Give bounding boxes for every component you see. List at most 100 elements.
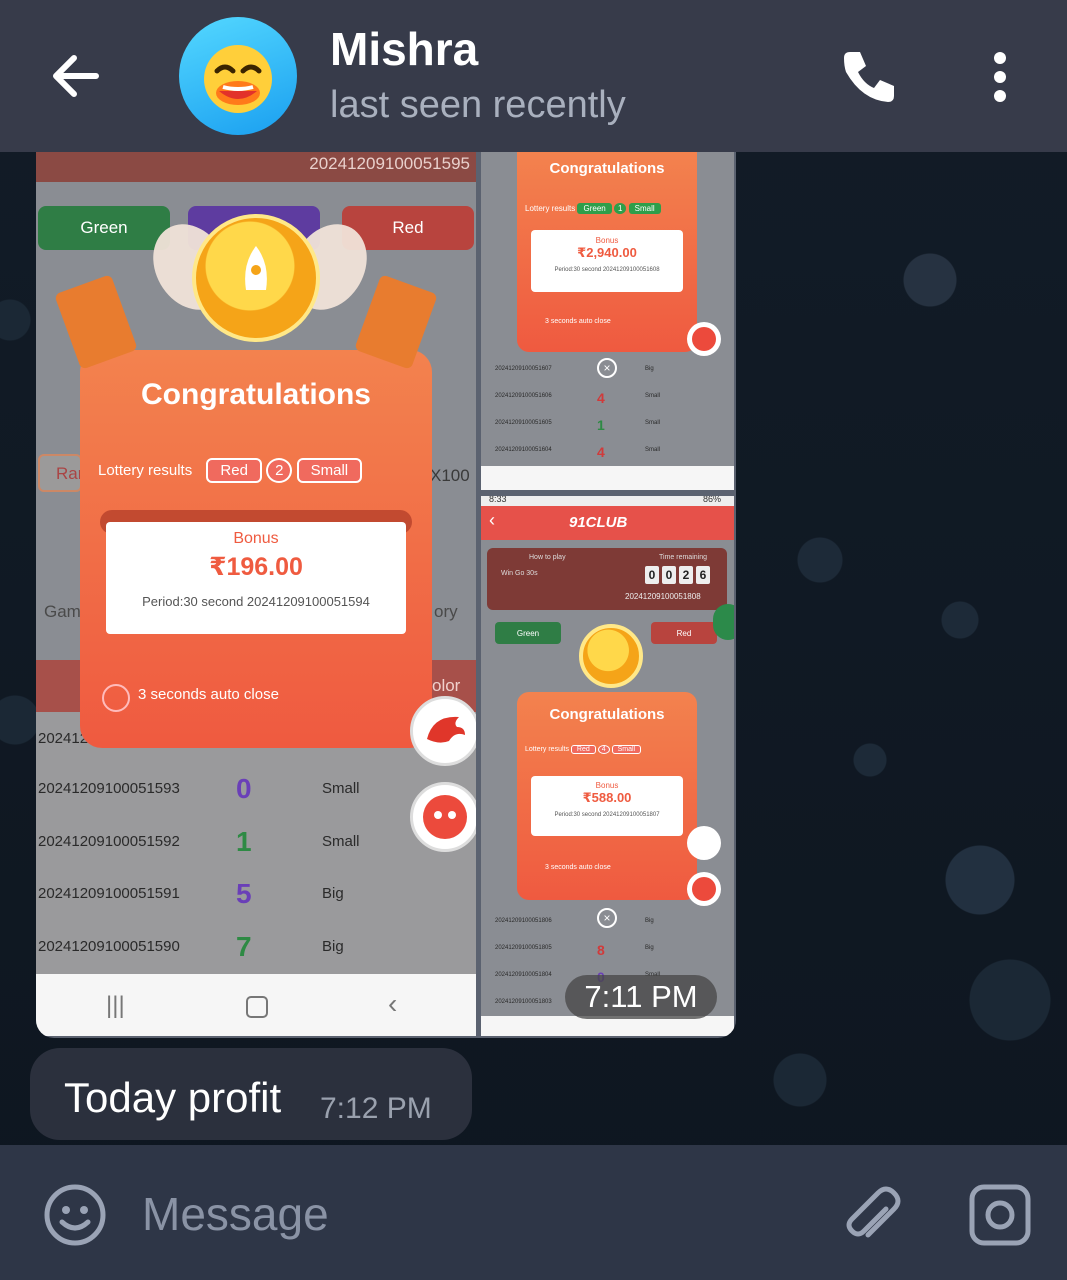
emoji-icon (44, 1184, 106, 1246)
row-number: 4 (597, 389, 605, 406)
side-text: Gam (44, 602, 81, 621)
auto-close-label: 3 seconds auto close (545, 318, 611, 325)
recent-apps-icon: ||| (106, 992, 125, 1019)
duck-emoji-icon (204, 45, 272, 113)
bonus-amount: ₹2,940.00 (577, 245, 637, 260)
paperclip-icon (846, 1186, 901, 1238)
table-row: 20241209100051806 Big (481, 918, 734, 945)
row-number: 1 (597, 416, 605, 433)
avatar[interactable] (179, 17, 297, 135)
chat-float-icon (410, 782, 476, 852)
green-button: Green (495, 622, 561, 644)
popup-title: Congratulations (549, 706, 665, 723)
row-size: Big (322, 937, 344, 955)
screenshot-top-right[interactable]: Congratulations Lottery results Green 1 … (481, 152, 734, 490)
period-top: 20241209100051595 (309, 154, 470, 173)
call-button[interactable] (832, 44, 900, 112)
period-line: Period:30 second 20241209100051608 (554, 267, 660, 273)
row-period: 20241209100051592 (38, 832, 180, 850)
result-number-tag: 1 (613, 203, 627, 214)
message-text: Today profit (64, 1074, 282, 1121)
row-period: 20241209100051604 (495, 447, 552, 453)
more-options-button[interactable] (978, 44, 1022, 112)
chat-float-icon (687, 322, 721, 356)
row-number: 7 (236, 930, 252, 962)
status-time: 8:33 (489, 496, 507, 504)
lottery-results: Lottery results Red 2 Small (98, 458, 428, 483)
row-period: 20241209100051804 (495, 972, 552, 978)
message-bubble[interactable]: Today profit 7:12 PM (30, 1048, 472, 1140)
row-number: 5 (236, 878, 252, 909)
bonus-amount: ₹196.00 (209, 553, 303, 581)
timer-digit: 2 (679, 566, 693, 584)
congratulations-popup: Congratulations Lottery results Red 4 Sm… (517, 692, 697, 900)
row-size: Small (322, 832, 360, 850)
result-color-tag: Red (570, 745, 596, 754)
table-row: 20241209100051606 4 Small (481, 389, 734, 420)
row-number: 4 (597, 443, 605, 460)
bonus-slip: Bonus ₹588.00 Period:30 second 202412091… (531, 776, 683, 836)
result-number-tag: 4 (597, 745, 610, 754)
message-input[interactable] (140, 1181, 744, 1247)
row-size: Small (645, 447, 661, 453)
congratulations-popup: Congratulations Lottery results Green 1 … (517, 152, 697, 352)
bonus-label: Bonus (595, 236, 619, 245)
auto-close-label: 3 seconds auto close (545, 864, 611, 871)
mic-float-icon (713, 604, 734, 640)
auto-close-label: 3 seconds auto close (138, 686, 279, 703)
result-number-tag: 2 (266, 458, 293, 483)
photo-album-message[interactable]: 20241209100051595 Green Red Ran X100 Gam… (36, 152, 736, 1038)
album-timestamp: 7:11 PM (565, 975, 717, 1019)
timer-digit: 0 (645, 566, 659, 584)
arrow-left-icon (53, 55, 99, 97)
row-period: 20241209100051591 (38, 885, 180, 902)
lottery-label: Lottery results (525, 746, 569, 753)
back-button[interactable] (44, 44, 108, 108)
row-period: 20241209100051803 (495, 999, 552, 1005)
table-row: 20241209100051591 5 Big (36, 878, 476, 938)
screenshot-large[interactable]: 20241209100051595 Green Red Ran X100 Gam… (36, 152, 476, 1036)
table-row: 20241209100051607 Big (481, 366, 734, 393)
result-color-tag: Red (206, 458, 262, 483)
bonus-slip: Bonus ₹196.00 Period:30 second 202412091… (106, 522, 406, 634)
time-remaining: Time remaining (659, 554, 707, 561)
result-color-tag: Green (577, 203, 612, 214)
row-size: Big (645, 918, 654, 924)
bonus-slip: Bonus ₹2,940.00 Period:30 second 2024120… (531, 230, 683, 292)
popup-title: Congratulations (549, 160, 665, 177)
message-composer (0, 1145, 1067, 1280)
bonus-amount: ₹588.00 (582, 790, 632, 805)
home-icon (246, 996, 268, 1018)
bonus-label: Bonus (233, 530, 279, 547)
dragon-float-icon (410, 696, 476, 766)
row-period: 20241209100051806 (495, 918, 552, 924)
congratulations-popup: Congratulations Lottery results Red 2 Sm… (80, 350, 432, 748)
row-number: 8 (597, 941, 605, 958)
rocket-medal-icon (579, 624, 643, 688)
camera-button[interactable] (966, 1181, 1034, 1249)
row-period: 20241209100051590 (38, 937, 180, 955)
screenshot-bottom-right[interactable]: 8:33 86% ‹ 91CLUB How to play Win Go 30s… (481, 496, 734, 1036)
camera-icon (969, 1184, 1031, 1246)
lottery-label: Lottery results (98, 462, 193, 479)
countdown-timer: 0026 (645, 566, 710, 584)
how-to-play: How to play (529, 554, 566, 561)
row-period: 20241209100051805 (495, 945, 552, 951)
period-line: Period:30 second 20241209100051807 (554, 812, 660, 818)
period-line: Period:30 second 20241209100051594 (142, 594, 370, 609)
result-size-tag: Small (611, 745, 642, 754)
row-period: 20241209100051606 (495, 393, 552, 399)
win-go: Win Go 30s (501, 570, 538, 577)
contact-status: last seen recently (330, 84, 626, 126)
result-size-tag: Small (628, 203, 661, 214)
phone-icon (844, 52, 894, 102)
row-number: 0 (236, 773, 252, 804)
more-vert-icon (994, 52, 1006, 102)
emoji-button[interactable] (42, 1182, 108, 1248)
contact-name[interactable]: Mishra (330, 22, 478, 76)
row-size: Small (645, 420, 661, 426)
attach-button[interactable] (836, 1181, 902, 1247)
row-size: Small (322, 780, 360, 797)
row-period: 20241209100051593 (38, 780, 180, 797)
row-size: Small (645, 393, 661, 399)
